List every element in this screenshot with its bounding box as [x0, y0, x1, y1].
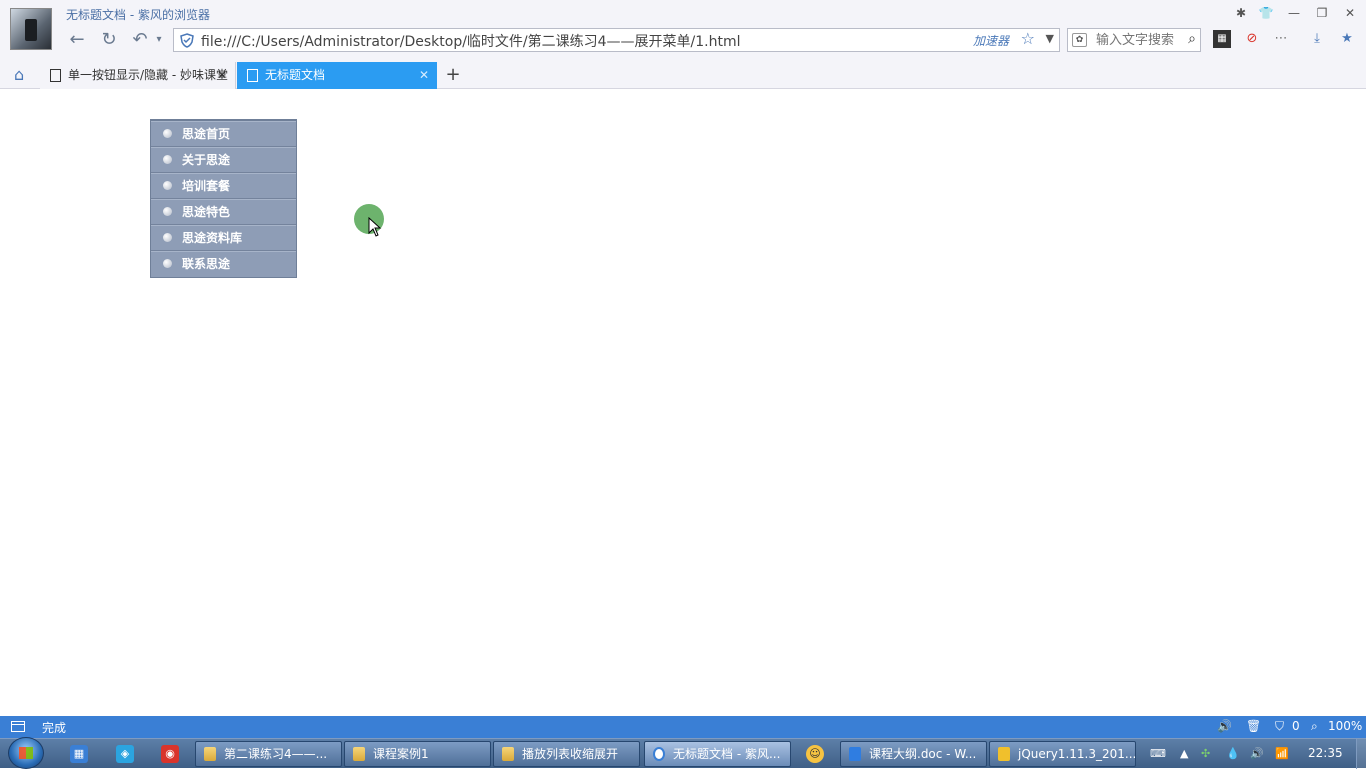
folder-icon: [204, 747, 216, 761]
clock[interactable]: 22:35: [1308, 746, 1343, 760]
browser-chrome: 无标题文档 - 紫风的浏览器 ✱ 👕 — ❐ ✕ ← ↻ ↶ ▾ file://…: [0, 0, 1366, 89]
close-icon[interactable]: ✕: [217, 62, 227, 89]
window-title: 无标题文档 - 紫风的浏览器: [66, 8, 210, 22]
task-button-jquery-help[interactable]: jQuery1.11.3_201...: [989, 741, 1136, 767]
search-icon[interactable]: ⌕: [1188, 31, 1196, 47]
shield-count: 0: [1292, 719, 1300, 733]
speaker-icon[interactable]: 🔊: [1250, 747, 1264, 760]
show-desktop-button[interactable]: [1356, 739, 1366, 769]
browser-icon: [653, 747, 665, 761]
star-icon[interactable]: ☆: [1021, 29, 1035, 48]
menu-item-contact[interactable]: 联系思途: [151, 251, 296, 277]
address-bar[interactable]: file:///C:/Users/Administrator/Desktop/临…: [173, 28, 1060, 52]
task-label: 播放列表收缩展开: [522, 747, 619, 761]
tab-miaowei[interactable]: 单一按钮显示/隐藏 - 妙味课堂 ✕: [40, 62, 236, 89]
search-box[interactable]: ✿ ⌕: [1067, 28, 1201, 52]
taskbar: ▦ ◈ ◉ 第二课练习4——... 课程案例1 播放列表收缩展开 无标题文档 -…: [0, 737, 1366, 769]
browser-logo: [10, 8, 52, 50]
task-label: 课程大纲.doc - W...: [869, 747, 977, 761]
shield-icon[interactable]: ⛉: [1275, 719, 1284, 734]
page-content: 思途首页 关于思途 培训套餐 思途特色 思途资料库 联系思途: [0, 90, 1366, 716]
menu-item-features[interactable]: 思途特色: [151, 199, 296, 225]
emoji-icon[interactable]: ☺: [806, 745, 824, 763]
shield-icon: [180, 33, 194, 48]
zoom-icon[interactable]: ⌕: [1311, 719, 1318, 734]
task-button-word[interactable]: 课程大纲.doc - W...: [840, 741, 987, 767]
close-window-button[interactable]: ✕: [1340, 4, 1360, 22]
task-button-folder-exercise[interactable]: 第二课练习4——...: [195, 741, 342, 767]
task-button-folder-playlist[interactable]: 播放列表收缩展开: [493, 741, 640, 767]
trash-icon[interactable]: 🗑: [1246, 719, 1261, 733]
task-button-folder-cases[interactable]: 课程案例1: [344, 741, 491, 767]
bullet-icon: [163, 181, 172, 190]
download-icon[interactable]: ⤓: [1308, 30, 1326, 48]
favorites-icon[interactable]: ★: [1338, 30, 1356, 48]
side-menu: 思途首页 关于思途 培训套餐 思途特色 思途资料库 联系思途: [150, 119, 297, 278]
volume-icon[interactable]: 🔊: [1217, 719, 1232, 733]
settings-icon[interactable]: ✱: [1231, 4, 1251, 22]
folder-icon: [353, 747, 365, 761]
search-input[interactable]: [1096, 31, 1178, 49]
task-label: 第二课练习4——...: [224, 747, 328, 761]
word-icon: [849, 747, 861, 761]
more-icon[interactable]: ⋯: [1272, 30, 1290, 48]
document-icon: [247, 69, 258, 82]
adblock-icon[interactable]: ⊘: [1243, 30, 1261, 48]
tab-label: 无标题文档: [265, 68, 326, 82]
help-file-icon: [998, 747, 1010, 761]
tab-label: 单一按钮显示/隐藏 - 妙味课堂: [68, 68, 229, 82]
task-label: jQuery1.11.3_201...: [1018, 747, 1136, 761]
zoom-level[interactable]: 100%: [1328, 719, 1362, 733]
menu-item-library[interactable]: 思途资料库: [151, 225, 296, 251]
menu-item-about[interactable]: 关于思途: [151, 147, 296, 173]
menu-item-label: 思途首页: [182, 127, 231, 141]
task-label: 无标题文档 - 紫风...: [673, 747, 781, 761]
task-button-browser[interactable]: 无标题文档 - 紫风...: [644, 741, 791, 767]
restore-button[interactable]: ❐: [1312, 4, 1332, 22]
back-button[interactable]: ←: [65, 29, 89, 51]
network-app-icon[interactable]: ✣: [1201, 747, 1210, 760]
status-text: 完成: [42, 721, 67, 735]
search-engine-icon[interactable]: ✿: [1072, 33, 1087, 47]
refresh-button[interactable]: ↻: [97, 29, 121, 51]
new-tab-button[interactable]: +: [444, 64, 462, 86]
start-button[interactable]: [8, 737, 44, 769]
keyboard-icon[interactable]: ⌨: [1150, 747, 1166, 760]
drop-icon[interactable]: 💧: [1226, 747, 1240, 760]
minimize-button[interactable]: —: [1284, 4, 1304, 22]
mouse-pointer-icon: [368, 217, 382, 237]
bullet-icon: [163, 155, 172, 164]
home-icon[interactable]: ⌂: [14, 66, 32, 84]
skin-icon[interactable]: 👕: [1256, 4, 1276, 22]
bullet-icon: [163, 233, 172, 242]
undo-dropdown-icon[interactable]: ▾: [147, 29, 171, 51]
menu-item-label: 思途资料库: [182, 231, 243, 245]
chevron-down-icon[interactable]: ▼: [1046, 32, 1054, 45]
task-label: 课程案例1: [373, 747, 429, 761]
layout-icon[interactable]: [11, 721, 25, 732]
menu-item-label: 培训套餐: [182, 179, 231, 193]
menu-item-label: 关于思途: [182, 153, 231, 167]
weibo-icon[interactable]: ◉: [161, 745, 179, 763]
qr-code-icon[interactable]: ▦: [1213, 30, 1231, 48]
bullet-icon: [163, 259, 172, 268]
menu-item-home[interactable]: 思途首页: [151, 121, 296, 147]
menu-item-label: 思途特色: [182, 205, 231, 219]
accelerator-button[interactable]: 加速器: [973, 32, 1009, 49]
folder-icon: [502, 747, 514, 761]
status-bar: 完成 🔊 🗑 ⛉ 0 ⌕ 100%: [0, 716, 1366, 738]
close-icon[interactable]: ✕: [419, 62, 429, 89]
menu-item-packages[interactable]: 培训套餐: [151, 173, 296, 199]
document-icon: [50, 69, 61, 82]
tray-expand-icon[interactable]: ▲: [1180, 747, 1188, 760]
tab-untitled[interactable]: 无标题文档 ✕: [237, 62, 437, 89]
browser-quick-icon[interactable]: ◈: [116, 745, 134, 763]
apps-grid-icon[interactable]: ▦: [70, 745, 88, 763]
bullet-icon: [163, 129, 172, 138]
url-text[interactable]: file:///C:/Users/Administrator/Desktop/临…: [201, 31, 741, 51]
signal-icon[interactable]: 📶: [1275, 747, 1289, 760]
bullet-icon: [163, 207, 172, 216]
menu-item-label: 联系思途: [182, 257, 231, 271]
